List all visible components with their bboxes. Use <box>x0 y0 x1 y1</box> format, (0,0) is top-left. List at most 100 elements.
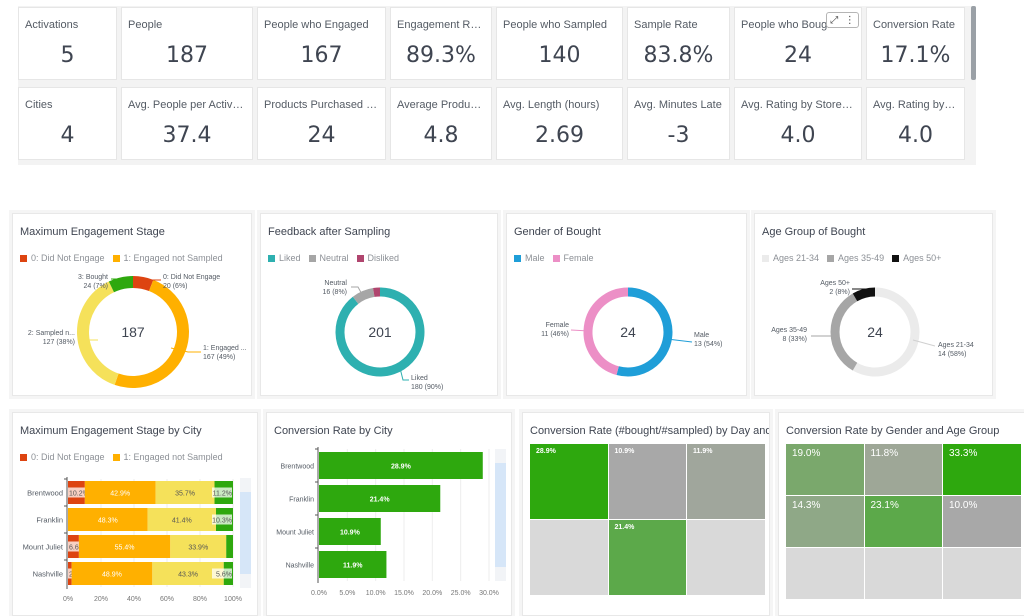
slice-value: 127 (38%) <box>43 339 75 346</box>
heatmap-cell[interactable]: 11.9% <box>687 444 765 519</box>
kpi-tile[interactable]: Avg. Rating by Store Ma... 4.0 <box>734 87 862 160</box>
expand-icon[interactable]: ⤢ <box>830 15 838 26</box>
slice-label: 0: Did Not Engage <box>163 274 220 281</box>
card-conversion-rate-by-gender-age[interactable]: Conversion Rate by Gender and Age Group … <box>778 412 1024 616</box>
bar-label: 11.2% <box>213 491 232 498</box>
donut-slice[interactable] <box>132 276 154 292</box>
heatmap-value: 23.1% <box>870 500 899 511</box>
bar-label: 28.9% <box>391 464 412 471</box>
kpi-tile[interactable]: Cities 4 <box>18 87 117 160</box>
kpi-label: Avg. Rating by Tal... <box>873 99 958 111</box>
kpi-tile[interactable]: Avg. Minutes Late -3 <box>627 87 730 160</box>
x-tick-label: 40% <box>127 596 141 603</box>
kpi-label: Sample Rate <box>634 19 698 31</box>
kpi-value: 83.8% <box>643 43 714 68</box>
card-engagement-stage-by-city[interactable]: Maximum Engagement Stage by City 0: Did … <box>12 412 258 616</box>
heatmap-cell[interactable] <box>530 520 608 595</box>
bar-label: 35.7% <box>175 491 195 498</box>
donut-chart: 24 Ages 21-34 14 (58%) Ages 35-49 8 (33%) Age… <box>771 280 974 377</box>
kpi-tile[interactable]: People who Engaged 167 <box>257 7 386 80</box>
kpi-tile[interactable]: Conversion Rate 17.1% <box>866 7 965 80</box>
kpi-tile[interactable]: People 187 <box>121 7 253 80</box>
x-tick-label: 30.0% <box>479 590 499 597</box>
kpi-tile[interactable]: Engagement Rate 89.3% <box>390 7 492 80</box>
scrollbar-thumb[interactable] <box>240 492 251 574</box>
kpi-tile[interactable]: Sample Rate 83.8% <box>627 7 730 80</box>
heatmap-cell[interactable]: 23.1% <box>864 496 942 547</box>
kpi-tile[interactable]: Products Purchased (Re... 24 <box>257 87 386 160</box>
heatmap-value: 14.3% <box>792 500 821 511</box>
kpi-value: 89.3% <box>406 43 476 68</box>
slice-value: 14 (58%) <box>938 351 966 358</box>
kpi-tile[interactable]: Average Products ... 4.8 <box>390 87 492 160</box>
y-tick-label: Nashville <box>286 563 315 570</box>
kpi-value: 5 <box>60 43 75 68</box>
card-conversion-rate-by-day[interactable]: Conversion Rate (#bought/#sampled) by Da… <box>522 412 770 616</box>
donut-chart: 24 Male 13 (54%) Female 11 (46%) <box>541 287 722 377</box>
donut-slice[interactable] <box>830 293 858 371</box>
card-gender-of-bought[interactable]: Gender of Bought Male Female 24 Male 13 (54… <box>506 213 747 396</box>
bar-label: 21.4% <box>370 497 391 504</box>
kpi-label: Cities <box>25 99 53 111</box>
kpi-value: 4 <box>60 123 75 148</box>
slice-value: 13 (54%) <box>694 341 722 348</box>
heatmap-cell[interactable]: 19.0% <box>786 444 864 495</box>
heatmap-cell[interactable]: 10.9% <box>608 444 686 519</box>
heatmap-cell[interactable] <box>943 548 1021 599</box>
card-conversion-rate-by-city[interactable]: Conversion Rate by City 0.0% 5.0% 10.0% 15.… <box>266 412 512 616</box>
slice-value: 2 (8%) <box>829 289 850 296</box>
donut-slice[interactable] <box>852 287 876 302</box>
donut-slice[interactable] <box>77 281 119 385</box>
y-tick-label: Franklin <box>289 497 314 504</box>
heatmap-value: 33.3% <box>949 448 978 459</box>
kpi-value: -3 <box>667 123 690 148</box>
kpi-label: People <box>128 19 163 31</box>
y-tick-label: Brentwood <box>27 489 63 498</box>
card-max-engagement-stage[interactable]: Maximum Engagement Stage 0: Did Not Enga… <box>12 213 252 396</box>
heatmap-cell[interactable] <box>786 548 864 599</box>
heatmap-cell[interactable] <box>864 548 942 599</box>
kpi-label: Products Purchased (Re... <box>264 99 379 111</box>
chart-scrollbar[interactable] <box>240 478 251 588</box>
card-feedback-after-sampling[interactable]: Feedback after Sampling Liked Neutral Disl… <box>260 213 498 396</box>
slice-value: 24 (7%) <box>83 283 108 290</box>
heatmap-cell[interactable] <box>687 520 765 595</box>
donut-chart: 201 Liked 180 (90%) Neutral 16 (8%) <box>322 280 443 391</box>
slice-label: Neutral <box>324 280 347 287</box>
donut-slice[interactable] <box>352 288 375 305</box>
y-tick-label: Mount Juliet <box>276 530 314 537</box>
slice-label: Liked <box>411 375 428 382</box>
kpi-tile[interactable]: Avg. Rating by Tal... 4.0 <box>866 87 965 160</box>
kpi-label: Avg. Length (hours) <box>503 99 600 111</box>
kpi-tile[interactable]: Avg. Length (hours) 2.69 <box>496 87 623 160</box>
chart-scrollbar[interactable] <box>495 449 506 581</box>
kpi-tile[interactable]: Avg. People per Activation 37.4 <box>121 87 253 160</box>
scrollbar-thumb[interactable] <box>495 463 506 567</box>
kpi-tile[interactable]: People who Sampled 140 <box>496 7 623 80</box>
heatmap-cell[interactable]: 11.8% <box>864 444 942 495</box>
donut-slice[interactable] <box>852 287 920 377</box>
y-tick-label: Franklin <box>36 516 63 525</box>
visual-toolbar: ⤢ ⋮ <box>826 12 859 28</box>
bar-label: 41.4% <box>172 518 192 525</box>
heatmap-cell[interactable]: 33.3% <box>943 444 1021 495</box>
heatmap-cell[interactable]: 21.4% <box>608 520 686 595</box>
heatmap-cell[interactable]: 28.9% <box>530 444 608 519</box>
slice-value: 20 (6%) <box>163 283 188 290</box>
card-age-group-of-bought[interactable]: Age Group of Bought Ages 21-34 Ages 35-49… <box>754 213 993 396</box>
donut-slice[interactable] <box>108 276 134 293</box>
bar-segment[interactable] <box>226 535 233 558</box>
heatmap-cell[interactable]: 14.3% <box>786 496 864 547</box>
kpi-value: 17.1% <box>880 43 951 68</box>
kpi-tile[interactable]: Activations 5 <box>18 7 117 80</box>
kpi-value: 4.0 <box>898 123 933 148</box>
heatmap-cell[interactable]: 10.0% <box>943 496 1021 547</box>
bar-label: 55.4% <box>115 545 135 552</box>
slice-label: 2: Sampled n... <box>28 330 75 337</box>
kpi-label: Avg. Minutes Late <box>634 99 722 111</box>
kpi-label: Conversion Rate <box>873 19 955 31</box>
kpi-scrollbar[interactable] <box>971 6 976 80</box>
more-vertical-icon[interactable]: ⋮ <box>845 15 855 26</box>
heatmap: 19.0% 11.8% 33.3% 14.3% 23.1% 10.0% <box>786 444 1022 604</box>
slice-label: Ages 35-49 <box>771 327 807 334</box>
